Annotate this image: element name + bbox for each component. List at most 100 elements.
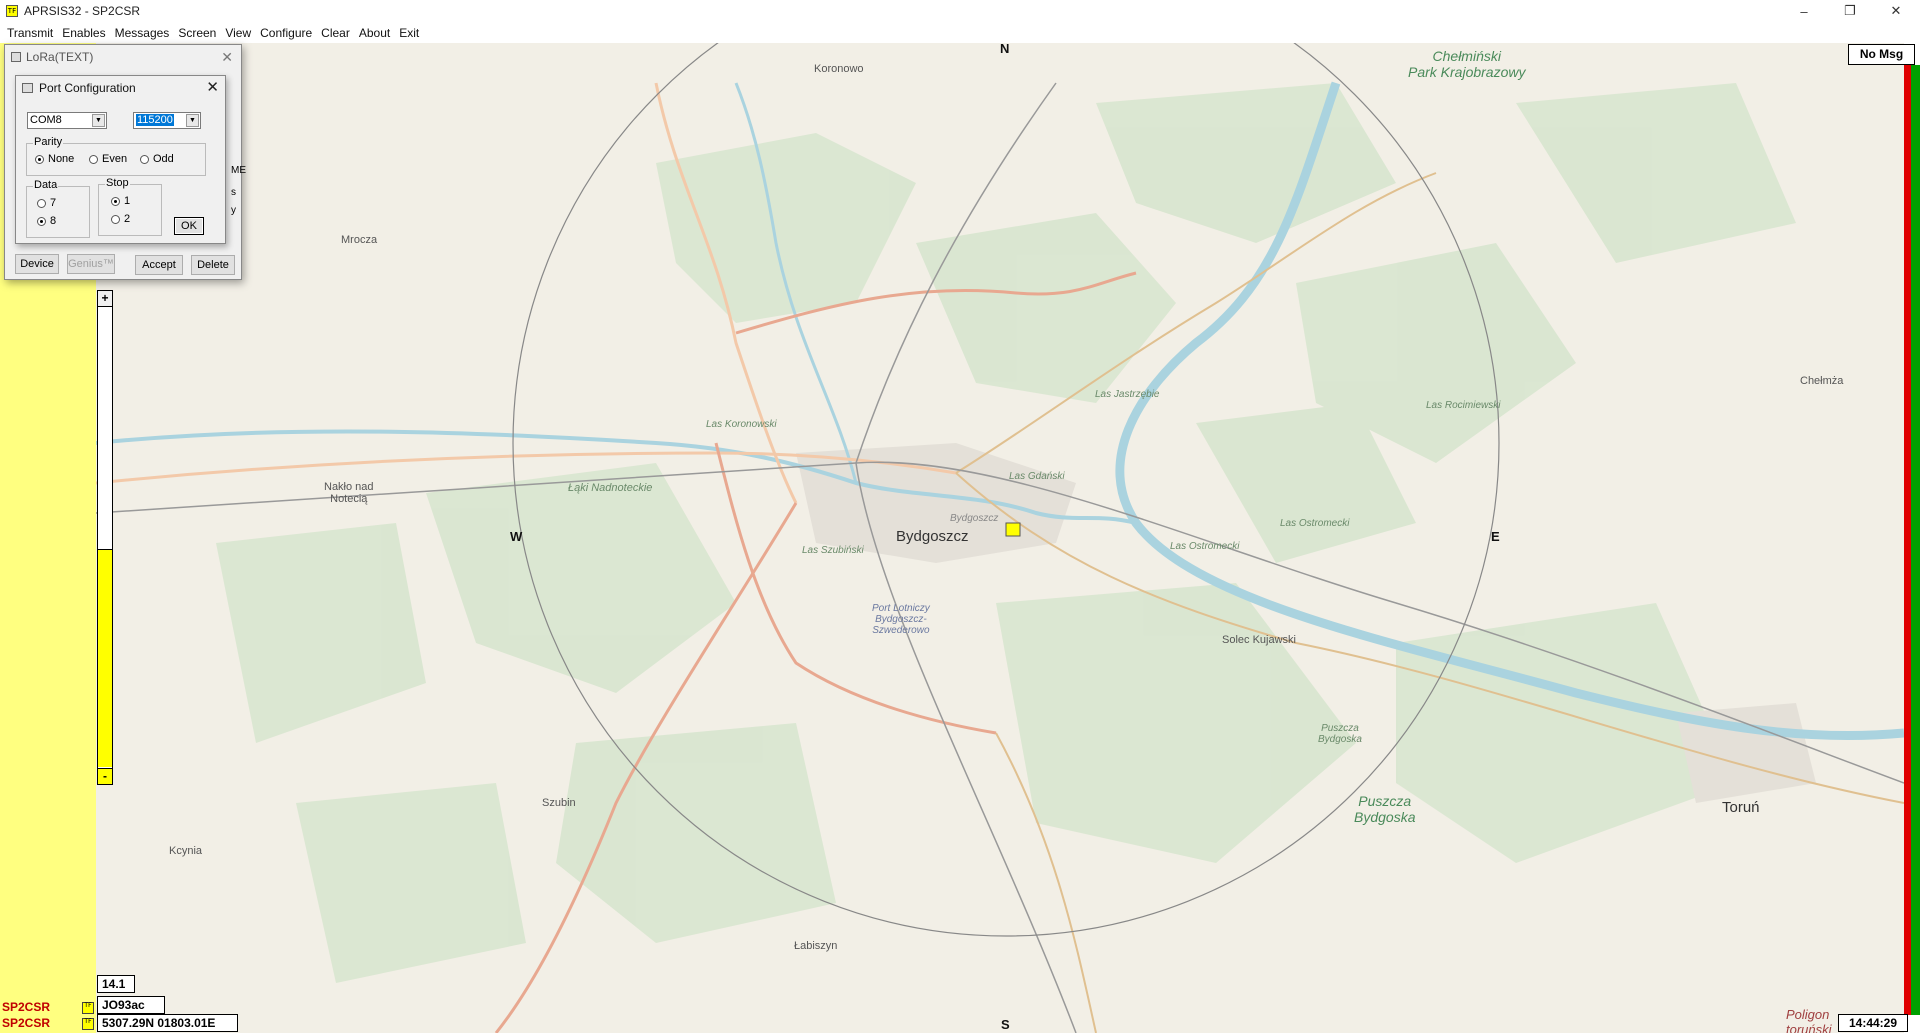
- map-label-kcynia: Kcynia: [169, 845, 203, 857]
- delete-button[interactable]: Delete: [191, 255, 235, 275]
- position-readout: 5307.29N 01803.01E: [97, 1014, 238, 1032]
- parity-label: Parity: [33, 136, 64, 148]
- device-button[interactable]: Device: [15, 254, 59, 274]
- zoom-in-button[interactable]: +: [98, 291, 112, 307]
- map-label-las-rocimiewski: Las Rocimiewski: [1426, 400, 1501, 411]
- lora-partial-text-2: s: [231, 187, 236, 198]
- data-bits-8-radio[interactable]: 8: [37, 215, 56, 227]
- status-bar-green: [1911, 65, 1920, 1015]
- lora-dialog-titlebar[interactable]: LoRa(TEXT): [5, 45, 241, 69]
- port-dialog-title: Port Configuration: [39, 81, 136, 95]
- lora-partial-text-3: y: [231, 205, 236, 216]
- range-display: 14.1: [97, 975, 135, 993]
- map-label-mrocza: Mrocza: [341, 234, 378, 246]
- parity-even-radio[interactable]: Even: [89, 153, 127, 165]
- map-label-solec: Solec Kujawski: [1222, 634, 1296, 646]
- baud-select[interactable]: 115200 ▼: [133, 112, 201, 129]
- stop-bits-2-radio[interactable]: 2: [111, 213, 130, 225]
- map-label-puszcza-small: Puszcza Bydgoska: [1318, 723, 1362, 745]
- zoom-out-button[interactable]: -: [98, 768, 112, 784]
- callsign-label-2: SP2CSR: [2, 1016, 51, 1030]
- map-label-bydgoszcz-small: Bydgoszcz: [950, 513, 999, 524]
- map-label-las-koronowski: Las Koronowski: [706, 419, 777, 430]
- compass-south: S: [1001, 1017, 1010, 1032]
- data-bits-7-radio[interactable]: 7: [37, 197, 56, 209]
- parity-group: Parity None Even Odd: [26, 136, 206, 176]
- map-label-las-jastrzebie: Las Jastrzębie: [1095, 389, 1160, 400]
- menu-view[interactable]: View: [225, 26, 251, 40]
- chevron-down-icon[interactable]: ▼: [92, 114, 105, 127]
- minimize-button[interactable]: –: [1782, 0, 1826, 22]
- map-label-park: Chełmiński Park Krajobrazowy: [1408, 48, 1526, 80]
- dialog-window-icon: [22, 83, 33, 93]
- genius-button[interactable]: Genius™: [67, 254, 115, 274]
- menu-exit[interactable]: Exit: [399, 26, 419, 40]
- menu-bar: Transmit Enables Messages Screen View Co…: [0, 22, 1920, 43]
- close-button[interactable]: ✕: [1874, 0, 1918, 22]
- zoom-scrollbar[interactable]: + -: [97, 290, 113, 785]
- map-label-poligon: Poligon toruński: [1786, 1007, 1832, 1033]
- title-bar: TF APRSIS32 - SP2CSR: [0, 0, 1920, 22]
- menu-about[interactable]: About: [359, 26, 390, 40]
- menu-configure[interactable]: Configure: [260, 26, 312, 40]
- map-label-bydgoszcz: Bydgoszcz: [896, 528, 969, 545]
- status-bar-red: [1904, 65, 1911, 1015]
- port-select[interactable]: COM8 ▼: [27, 112, 107, 129]
- radio-icon: [111, 214, 120, 224]
- menu-clear[interactable]: Clear: [321, 26, 350, 40]
- map-label-naklo: Nakło nad Notecią: [324, 481, 374, 505]
- radio-icon: [140, 154, 149, 164]
- map-view[interactable]: N S E W Bydgoszcz Toruń Nakło nad Noteci…: [96, 43, 1904, 1033]
- clock: 14:44:29: [1838, 1014, 1908, 1032]
- app-icon: TF: [6, 5, 18, 17]
- callsign-label: SP2CSR: [2, 1000, 51, 1014]
- lora-dialog-close-icon[interactable]: ✕: [221, 49, 233, 66]
- grid-square: JO93ac: [97, 996, 165, 1014]
- data-bits-group: Data 7 8: [26, 179, 90, 238]
- compass-north: N: [1000, 43, 1010, 56]
- map-label-las-ostromecki: Las Ostromecki: [1170, 541, 1240, 552]
- zoom-level-fill: [98, 549, 112, 767]
- radio-icon: [89, 154, 98, 164]
- map-label-las-gdanski: Las Gdański: [1009, 471, 1065, 482]
- menu-transmit[interactable]: Transmit: [7, 26, 53, 40]
- menu-enables[interactable]: Enables: [62, 26, 105, 40]
- baud-select-value: 115200: [136, 114, 174, 126]
- window-title: APRSIS32 - SP2CSR: [24, 4, 141, 18]
- maximize-button[interactable]: ❐: [1828, 0, 1872, 22]
- parity-none-radio[interactable]: None: [35, 153, 74, 165]
- port-dialog-titlebar[interactable]: Port Configuration: [16, 76, 225, 100]
- map-label-koronowo: Koronowo: [814, 63, 864, 75]
- stop-bits-1-radio[interactable]: 1: [111, 195, 130, 207]
- radio-icon: [37, 198, 46, 208]
- map-label-chelmza: Chełmża: [1800, 375, 1844, 387]
- map-label-torun: Toruń: [1722, 799, 1760, 816]
- dialog-window-icon: [11, 52, 21, 62]
- port-dialog-close-icon[interactable]: ✕: [206, 78, 219, 96]
- data-bits-label: Data: [33, 179, 59, 191]
- map-graphics: [96, 43, 1904, 1033]
- map-label-airport: Port Lotniczy Bydgoszcz- Szwederowo: [872, 603, 930, 636]
- map-label-puszcza: Puszcza Bydgoska: [1354, 793, 1416, 825]
- port-select-value: COM8: [30, 114, 62, 126]
- radio-selected-icon: [111, 196, 120, 206]
- stop-bits-group: Stop 1 2: [98, 177, 162, 236]
- radio-selected-icon: [37, 216, 46, 226]
- menu-screen[interactable]: Screen: [178, 26, 216, 40]
- ok-button[interactable]: OK: [174, 217, 204, 235]
- lora-dialog-title: LoRa(TEXT): [26, 50, 94, 64]
- chevron-down-icon[interactable]: ▼: [186, 114, 199, 127]
- lora-partial-text-1: ME: [231, 165, 246, 176]
- menu-messages[interactable]: Messages: [115, 26, 170, 40]
- compass-west: W: [510, 529, 523, 544]
- stop-bits-label: Stop: [105, 177, 130, 189]
- accept-button[interactable]: Accept: [135, 255, 183, 275]
- station-icon-2: TF: [82, 1018, 94, 1030]
- message-status[interactable]: No Msg: [1848, 44, 1915, 65]
- map-label-las-ostromecki-2: Las Ostromecki: [1280, 518, 1350, 529]
- parity-odd-radio[interactable]: Odd: [140, 153, 174, 165]
- station-icon: TF: [82, 1002, 94, 1014]
- port-config-dialog: Port Configuration ✕ COM8 ▼ 115200 ▼ Par…: [15, 75, 226, 244]
- map-label-laki: Łąki Nadnoteckie: [568, 482, 653, 494]
- map-label-szubin: Szubin: [542, 797, 576, 809]
